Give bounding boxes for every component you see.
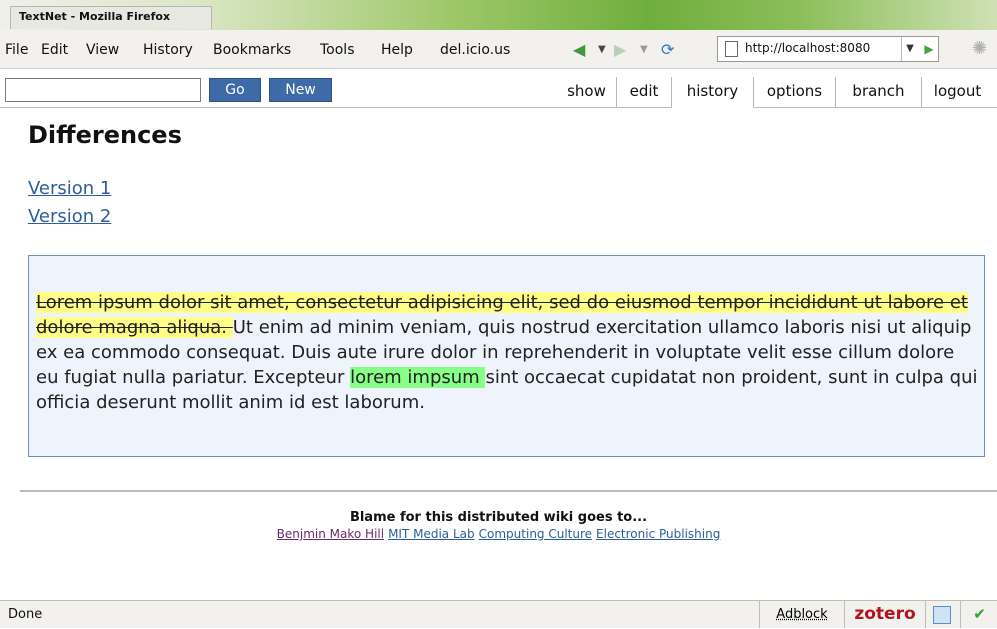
page-icon (725, 41, 738, 57)
page-content: Differences Version 1 Version 2 Lorem ip… (0, 108, 997, 600)
version-2-link[interactable]: Version 2 (28, 206, 111, 227)
url-dropdown-icon[interactable]: ▼ (901, 37, 918, 61)
go-arrow-icon[interactable]: ▶ (920, 37, 938, 61)
inserted-text: lorem impsum (350, 367, 486, 388)
address-url[interactable]: http://localhost:8080 (745, 41, 895, 55)
menu-tools[interactable]: Tools (320, 42, 355, 58)
tab-branch[interactable]: branch (836, 77, 922, 107)
page-title: Differences (28, 121, 182, 149)
footer-link-electronic-publishing[interactable]: Electronic Publishing (596, 527, 720, 541)
adblock-label: Adblock (776, 607, 828, 622)
forward-dropdown-icon[interactable]: ▼ (640, 44, 648, 55)
divider (20, 490, 997, 492)
back-arrow-icon[interactable]: ◀ (573, 40, 585, 59)
wiki-toolbar: Go New show edit history options branch … (0, 69, 997, 108)
check-icon: ✔ (973, 605, 986, 623)
diff-text: Lorem ipsum dolor sit amet, consectetur … (36, 290, 979, 415)
footer-link-author[interactable]: Benjmin Mako Hill (277, 527, 384, 541)
reload-icon[interactable]: ⟳ (661, 40, 674, 59)
menu-edit[interactable]: Edit (41, 42, 68, 58)
back-dropdown-icon[interactable]: ▼ (598, 44, 606, 55)
menu-view[interactable]: View (86, 42, 119, 58)
adblock-button[interactable]: Adblock (759, 601, 844, 628)
menu-delicious[interactable]: del.icio.us (440, 42, 510, 58)
status-bar: Done Adblock zotero ✔ (0, 600, 997, 628)
browser-menubar: File Edit View History Bookmarks Tools H… (0, 30, 997, 69)
menu-history[interactable]: History (143, 42, 193, 58)
window-titlebar: TextNet - Mozilla Firefox (0, 0, 997, 30)
throbber-icon: ✺ (972, 38, 988, 59)
status-text: Done (8, 607, 43, 622)
diff-box: Lorem ipsum dolor sit amet, consectetur … (28, 255, 985, 457)
tab-options[interactable]: options (754, 77, 836, 107)
tab-logout[interactable]: logout (922, 77, 993, 107)
bookmarks-button[interactable] (925, 601, 960, 628)
go-button[interactable]: Go (209, 78, 261, 102)
new-button[interactable]: New (269, 78, 332, 102)
wiki-search-input[interactable] (5, 78, 201, 102)
window-title-tab: TextNet - Mozilla Firefox (10, 6, 212, 29)
version-1-link[interactable]: Version 1 (28, 178, 111, 199)
status-ok-button[interactable]: ✔ (960, 601, 997, 628)
menu-bookmarks[interactable]: Bookmarks (213, 42, 291, 58)
book-icon (933, 606, 951, 624)
footer-link-media-lab[interactable]: MIT Media Lab (388, 527, 475, 541)
menu-help[interactable]: Help (381, 42, 413, 58)
address-bar[interactable]: http://localhost:8080 ▼ ▶ (717, 36, 939, 62)
window-title: TextNet - Mozilla Firefox (19, 10, 171, 23)
tab-history[interactable]: history (672, 77, 754, 108)
footer-links: Benjmin Mako Hill MIT Media Lab Computing … (0, 527, 997, 541)
zotero-button[interactable]: zotero (844, 601, 925, 628)
blame-text: Blame for this distributed wiki goes to.… (349, 510, 648, 525)
forward-arrow-icon[interactable]: ▶ (614, 40, 626, 59)
footer-link-computing-culture[interactable]: Computing Culture (479, 527, 592, 541)
tab-show[interactable]: show (557, 77, 617, 107)
menu-file[interactable]: File (5, 42, 28, 58)
zotero-logo: zotero (854, 604, 916, 624)
tab-edit[interactable]: edit (617, 77, 672, 107)
